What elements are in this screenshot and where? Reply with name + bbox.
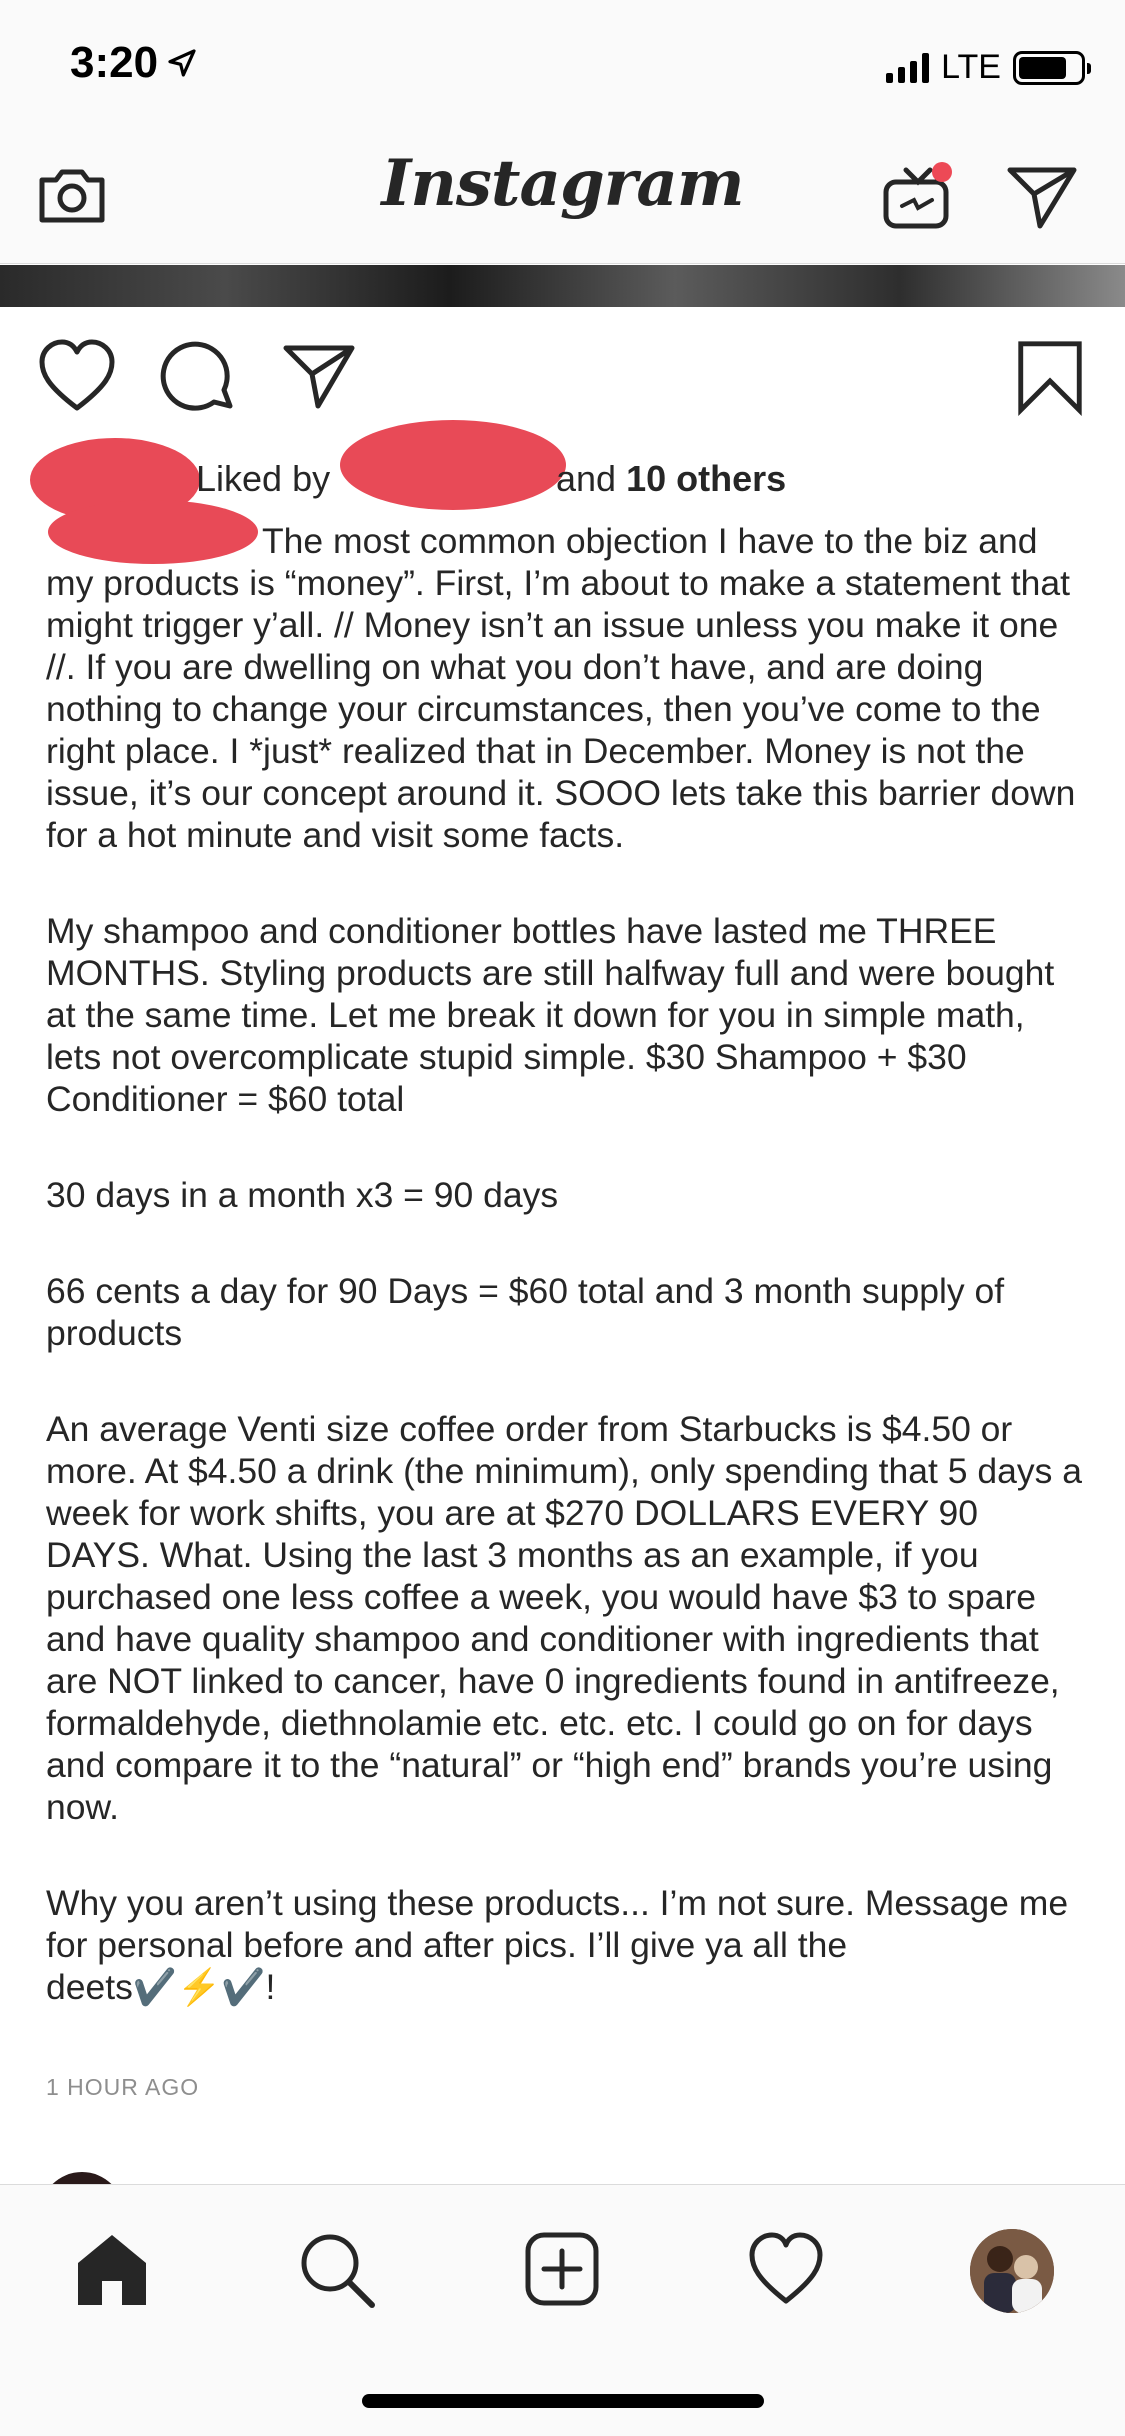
status-bar: 3:20 LTE xyxy=(0,0,1125,132)
post-caption: The most common objection I have to the … xyxy=(46,520,1086,2062)
likes-suffix[interactable]: and 10 others xyxy=(556,454,786,504)
caption-paragraph: My shampoo and conditioner bottles have … xyxy=(46,911,1055,1119)
igtv-icon[interactable] xyxy=(878,152,958,232)
caption-paragraph: 66 cents a day for 90 Days = $60 total a… xyxy=(46,1271,1005,1353)
caption-paragraph: The most common objection I have to the … xyxy=(46,521,1076,855)
status-time-text: 3:20 xyxy=(70,38,159,87)
signal-strength-icon xyxy=(886,52,930,83)
profile-photo xyxy=(970,2229,1054,2313)
heart-icon[interactable] xyxy=(38,338,116,416)
caption-paragraph: Why you aren’t using these products... I… xyxy=(46,1883,1069,2007)
share-icon[interactable] xyxy=(280,338,358,416)
post-actions xyxy=(0,338,1125,428)
igtv-badge xyxy=(932,162,952,182)
top-nav-bar: Instagram xyxy=(0,132,1125,264)
status-indicators: LTE xyxy=(886,48,1091,87)
post-timestamp: 1 HOUR AGO xyxy=(46,2074,200,2100)
home-icon[interactable] xyxy=(72,2229,152,2309)
caption-paragraph: 30 days in a month x3 = 90 days xyxy=(46,1175,559,1215)
post-image[interactable] xyxy=(0,265,1125,307)
network-type: LTE xyxy=(941,48,1001,86)
location-arrow-icon xyxy=(168,49,196,77)
likes-summary[interactable]: Liked by xyxy=(196,454,330,504)
activity-heart-icon[interactable] xyxy=(746,2229,826,2309)
direct-message-icon[interactable] xyxy=(1004,158,1080,234)
status-time: 3:20 xyxy=(70,38,198,88)
add-post-icon[interactable] xyxy=(522,2229,602,2309)
caption-paragraph: An average Venti size coffee order from … xyxy=(46,1409,1082,1827)
battery-icon xyxy=(1013,50,1091,85)
profile-avatar[interactable] xyxy=(970,2229,1054,2313)
likes-count: 10 others xyxy=(626,458,787,499)
likes-and: and xyxy=(556,458,617,499)
likes-prefix: Liked by xyxy=(196,458,331,499)
comment-icon[interactable] xyxy=(160,338,238,416)
search-icon[interactable] xyxy=(296,2229,376,2309)
bookmark-icon[interactable] xyxy=(1010,338,1090,416)
redaction-mark xyxy=(340,420,566,510)
home-indicator[interactable] xyxy=(362,2394,764,2408)
